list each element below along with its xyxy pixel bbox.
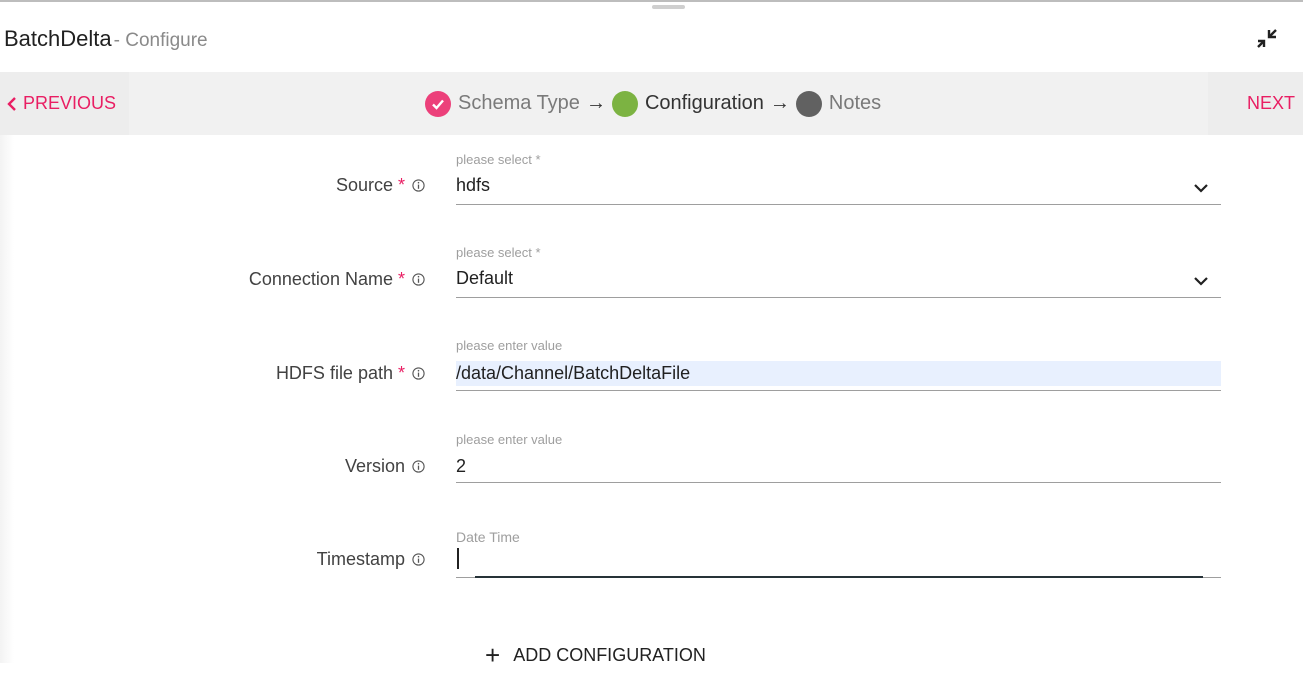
required-asterisk: *: [397, 363, 405, 383]
connection-name-underline: [456, 297, 1221, 298]
check-circle-icon: [425, 90, 451, 117]
hdfs-file-path-input[interactable]: /data/Channel/BatchDeltaFile: [456, 363, 690, 384]
required-asterisk: *: [397, 269, 405, 289]
info-icon[interactable]: [412, 460, 425, 473]
source-underline: [456, 204, 1221, 205]
add-configuration-button[interactable]: + ADD CONFIGURATION: [485, 640, 706, 670]
info-icon[interactable]: [412, 553, 425, 566]
active-circle-icon: [611, 90, 638, 117]
hdfs-file-path-underline: [456, 390, 1221, 391]
version-label: Version: [345, 456, 425, 477]
connection-name-select[interactable]: Default: [456, 268, 513, 289]
step-label-schema-type: Schema Type: [458, 92, 580, 114]
collapse-button[interactable]: [1254, 26, 1280, 52]
left-edge-shadow: [0, 135, 14, 663]
info-icon[interactable]: [412, 367, 425, 380]
previous-button[interactable]: PREVIOUS: [0, 72, 129, 135]
chevron-down-icon[interactable]: [1193, 273, 1209, 289]
hdfs-file-path-hint: please enter value: [456, 338, 563, 353]
hdfs-file-path-label-text: HDFS file path: [275, 363, 393, 383]
version-input[interactable]: 2: [456, 456, 466, 477]
connection-name-label: Connection Name *: [249, 269, 425, 290]
source-label-text: Source: [335, 175, 393, 195]
source-label: Source *: [336, 175, 425, 196]
next-button[interactable]: NEXT: [1208, 72, 1303, 135]
step-arrow: →: [769, 92, 790, 114]
timestamp-label: Timestamp: [317, 549, 425, 570]
step-label-configuration: Configuration: [644, 92, 764, 114]
connection-name-hint: please select *: [456, 245, 541, 260]
step-schema-type[interactable]: Schema Type: [425, 90, 580, 117]
chevron-left-icon: [6, 96, 18, 111]
stepper-bar: PREVIOUS Schema Type → Configuration → N…: [0, 72, 1303, 135]
source-select[interactable]: hdfs: [456, 175, 490, 196]
required-asterisk: *: [397, 175, 405, 195]
step-indicator: Schema Type → Configuration → Notes: [425, 72, 881, 135]
step-arrow: →: [585, 92, 606, 114]
title-subtitle: - Configure: [113, 30, 208, 51]
source-hint: please select *: [456, 152, 541, 167]
text-caret: [457, 548, 459, 569]
previous-label: PREVIOUS: [23, 93, 117, 113]
version-label-text: Version: [344, 456, 405, 476]
plus-icon: +: [485, 640, 501, 670]
info-icon[interactable]: [412, 273, 425, 286]
step-notes[interactable]: Notes: [795, 90, 882, 117]
next-label: NEXT: [1247, 93, 1296, 113]
collapse-arrows-icon: [1257, 29, 1277, 48]
top-border: [0, 0, 1303, 2]
version-underline: [456, 482, 1221, 483]
add-configuration-label: ADD CONFIGURATION: [513, 644, 706, 665]
step-configuration[interactable]: Configuration: [611, 90, 764, 117]
drag-handle[interactable]: [652, 5, 685, 9]
step-label-notes: Notes: [828, 92, 882, 114]
timestamp-focus-underline: [475, 576, 1203, 578]
connection-name-label-text: Connection Name: [248, 269, 393, 289]
timestamp-label-text: Timestamp: [316, 549, 405, 569]
title-main: BatchDelta: [4, 26, 112, 51]
hdfs-file-path-label: HDFS file path *: [276, 363, 425, 384]
timestamp-hint: Date Time: [456, 529, 520, 545]
pending-circle-icon: [795, 90, 822, 117]
info-icon[interactable]: [412, 179, 425, 192]
chevron-down-icon[interactable]: [1193, 180, 1209, 196]
version-hint: please enter value: [456, 432, 563, 447]
page-title: BatchDelta - Configure: [4, 26, 208, 54]
